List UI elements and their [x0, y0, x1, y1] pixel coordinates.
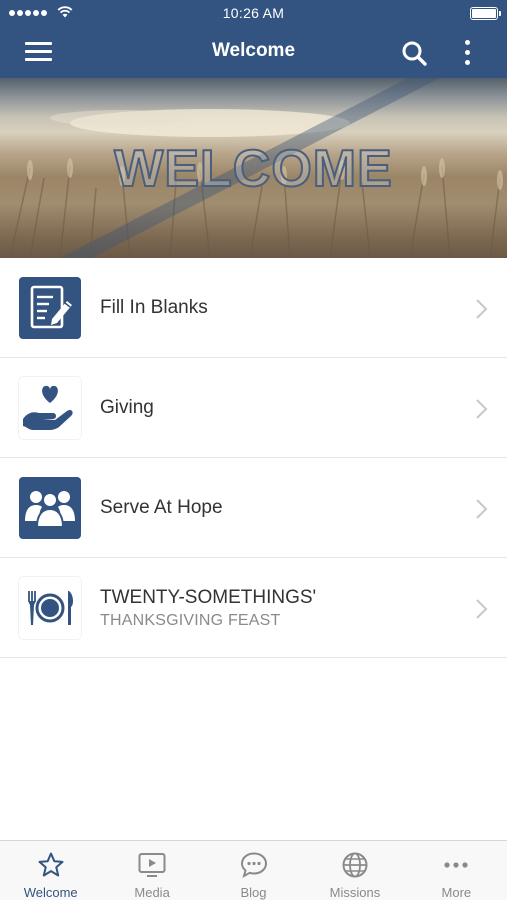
globe-icon	[342, 852, 368, 878]
chevron-right-icon	[476, 499, 488, 519]
list-item-subtitle: THANKSGIVING FEAST	[100, 612, 281, 629]
tab-label: Media	[134, 885, 170, 900]
list-item-fill-in-blanks[interactable]: Fill In Blanks	[0, 258, 507, 358]
battery-icon	[470, 7, 501, 20]
tab-label: Welcome	[23, 885, 78, 900]
page-title: Welcome	[211, 40, 296, 61]
chat-bubble-icon	[240, 852, 267, 879]
tab-blog[interactable]: Blog	[203, 841, 304, 900]
chevron-right-icon	[476, 599, 488, 619]
tab-media[interactable]: Media	[101, 841, 202, 900]
fill-in-blanks-document-pen-icon	[19, 277, 81, 339]
list-item-serve-at-hope[interactable]: Serve At Hope	[0, 458, 507, 558]
tab-label: Missions	[329, 885, 381, 900]
list-item-giving[interactable]: Giving	[0, 358, 507, 458]
tab-more[interactable]: More	[406, 841, 507, 900]
top-bar: 10:26 AM Welcome	[0, 0, 507, 78]
list-item-title: TWENTY-SOMETHINGS'	[100, 587, 317, 608]
tab-bar: Welcome Media Blog Missions More	[0, 840, 507, 900]
tab-label: Blog	[240, 885, 267, 900]
star-icon	[38, 852, 64, 877]
ellipsis-icon	[444, 862, 468, 868]
serve-people-group-icon	[19, 477, 81, 539]
chevron-right-icon	[476, 399, 488, 419]
giving-hand-heart-icon	[19, 377, 81, 439]
welcome-banner[interactable]: WELCOME	[0, 78, 507, 258]
tab-welcome[interactable]: Welcome	[0, 841, 101, 900]
plate-fork-knife-icon	[19, 577, 81, 639]
menu-list: Fill In Blanks Giving Serve At Hope TWEN…	[0, 258, 507, 658]
search-icon[interactable]	[399, 39, 429, 69]
list-item-title: Serve At Hope	[100, 497, 223, 518]
banner-title: WELCOME	[113, 139, 393, 199]
chevron-right-icon	[476, 299, 488, 319]
status-time: 10:26 AM	[222, 5, 285, 21]
list-item-twenty-somethings[interactable]: TWENTY-SOMETHINGS' THANKSGIVING FEAST	[0, 558, 507, 658]
tab-missions[interactable]: Missions	[304, 841, 405, 900]
nav-bar: Welcome	[0, 26, 507, 78]
list-item-title: Fill In Blanks	[100, 297, 208, 318]
more-options-icon[interactable]	[458, 38, 478, 68]
tv-play-icon	[138, 853, 166, 877]
list-item-title: Giving	[100, 397, 154, 418]
status-bar: 10:26 AM	[0, 0, 507, 26]
tab-label: More	[441, 885, 472, 900]
